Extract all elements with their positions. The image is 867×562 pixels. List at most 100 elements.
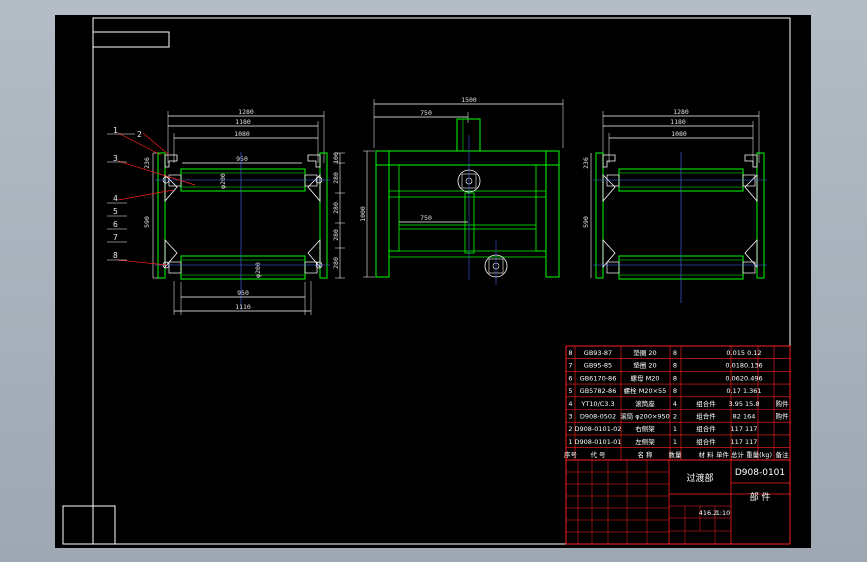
right-dim-280-c: 280 [332, 229, 340, 241]
bom-cell-code: GB93-87 [584, 349, 612, 357]
bom-cell-no: 5 [568, 387, 572, 395]
left-roller-dia-bottom: φ200 [254, 262, 262, 278]
bom-cell-code: GB6170-86 [580, 374, 617, 382]
bom-cell-note: 购件 [776, 412, 790, 421]
part-label-6: 6 [113, 220, 118, 229]
bom-cell-code: YT10/C3.3 [580, 400, 614, 408]
bom-cell-name: 左侧架 [635, 437, 655, 446]
bom-cell-qty: 8 [673, 349, 677, 357]
bom-cell-qty: 4 [673, 400, 677, 408]
bom-cell-no: 1 [568, 438, 572, 446]
bom-cell-mass: 0.015 0.12 [726, 349, 761, 357]
title-drawing-no: D908-0101 [735, 468, 785, 478]
bom-cell-qty: 2 [673, 413, 677, 421]
bom-header-name: 名 称 [637, 450, 653, 459]
part-label-3: 3 [113, 154, 118, 163]
right-dim-280-b: 280 [332, 202, 340, 214]
bom-cell-mass: 0.0180.136 [725, 362, 762, 370]
bom-cell-mass: 3.95 15.8 [728, 400, 759, 408]
mid-dim-750-top: 750 [420, 109, 432, 117]
left-dim-590: 590 [143, 216, 151, 228]
bom-cell-name: 滚筒 φ200×950 [620, 412, 670, 421]
left-roller-dia-top: φ200 [219, 173, 227, 189]
bom-cell-no: 7 [568, 362, 572, 370]
bom-header-qty: 数量 [669, 450, 683, 459]
bom-cell-mass: 117 117 [731, 425, 758, 433]
right-dim-1080: 1080 [671, 130, 687, 138]
bom-cell-code: D908-0101-01 [575, 438, 622, 446]
bom-cell-name: 垫圈 20 [633, 361, 656, 370]
bom-cell-code: GB5782-86 [580, 387, 617, 395]
left-dim-236: 236 [143, 157, 151, 169]
mid-dim-1500: 1500 [461, 96, 477, 104]
part-label-5: 5 [113, 207, 118, 216]
right-dim-1180: 1180 [670, 118, 686, 126]
bom-cell-no: 8 [568, 349, 572, 357]
bom-header-no: 序号 [564, 450, 578, 459]
bom-header-mass: 单件 总计 重量(kg) [716, 450, 772, 459]
bom-cell-qty: 1 [673, 438, 677, 446]
bom-cell-note: 购件 [776, 399, 790, 408]
part-label-4: 4 [113, 194, 118, 203]
left-dim-950-top: 950 [236, 155, 248, 163]
part-label-8: 8 [113, 251, 118, 260]
cad-drawing: 1280 1180 1080 950 φ200 φ200 950 1110 23… [62, 17, 791, 545]
title-scale: 1:10 [716, 509, 731, 517]
bom-cell-name: 右侧架 [635, 424, 655, 433]
bom-cell-no: 4 [568, 400, 572, 408]
bom-header-material: 材 料 [698, 450, 714, 459]
part-label-7: 7 [113, 233, 118, 242]
code-box [92, 31, 170, 48]
bom-cell-qty: 8 [673, 374, 677, 382]
corner-box [62, 505, 116, 545]
bom-cell-no: 2 [568, 425, 572, 433]
bom-cell-material: 组合件 [696, 399, 716, 408]
middle-view: 1500 750 750 1000 [359, 96, 564, 285]
bom-cell-mass: 0.17 1.361 [726, 387, 761, 395]
bom-cell-material: 组合件 [696, 437, 716, 446]
right-dim-280-d: 280 [332, 257, 340, 269]
bom-cell-mass: 82 164 [733, 413, 756, 421]
bom-header-code: 代 号 [590, 450, 606, 459]
left-dim-1080: 1080 [234, 130, 250, 138]
right-dim-1280: 1280 [673, 108, 689, 116]
right-view-dim-590: 590 [582, 216, 590, 228]
title-name: 过渡部 [686, 472, 713, 484]
bom-cell-qty: 8 [673, 387, 677, 395]
bom-cell-mass: 0.0620.496 [725, 374, 762, 382]
left-dim-950-bottom: 950 [237, 289, 249, 297]
left-view: 1280 1180 1080 950 φ200 φ200 950 1110 23… [107, 108, 345, 315]
outer-frame [92, 17, 791, 545]
bom-cell-name: 滚筒座 [635, 399, 655, 408]
title-type: 部 件 [750, 491, 771, 503]
mid-dim-750-mid: 750 [420, 214, 432, 222]
bom-cell-mass: 117 117 [731, 438, 758, 446]
bom-header-note: 备注 [776, 450, 790, 459]
drawing-canvas[interactable]: 1280 1180 1080 950 φ200 φ200 950 1110 23… [55, 15, 811, 548]
bom-cell-material: 组合件 [696, 424, 716, 433]
bom-cell-material: 组合件 [696, 412, 716, 421]
bom-cell-name: 螺栓 M20×55 [624, 386, 667, 395]
bom-cell-qty: 8 [673, 362, 677, 370]
bom-cell-name: 垫圈 20 [633, 348, 656, 357]
bom-cell-code: D908-0502 [580, 413, 616, 421]
right-dim-280-a: 280 [332, 172, 340, 184]
bom-table: 8 GB93-87 垫圈 20 8 0.015 0.12 7 GB95-85 垫圈 20 8 0.… [564, 345, 791, 461]
title-block: 过渡部 D908-0101 部 件 416.2 1:10 [565, 459, 791, 545]
bom-cell-name: 螺母 M20 [631, 373, 660, 382]
bom-cell-no: 3 [568, 413, 572, 421]
right-view: 1280 1180 1080 236 590 [582, 108, 767, 303]
bom-cell-no: 6 [568, 374, 572, 382]
right-view-dim-236: 236 [582, 157, 590, 169]
bom-cell-code: GB95-85 [584, 362, 612, 370]
bom-cell-qty: 1 [673, 425, 677, 433]
left-dim-1280: 1280 [238, 108, 254, 116]
left-dim-1110: 1110 [235, 303, 251, 311]
bom-cell-code: D908-0101-02 [575, 425, 622, 433]
part-label-1: 1 [113, 126, 118, 135]
mid-dim-1000: 1000 [359, 206, 367, 222]
left-dim-1180: 1180 [235, 118, 251, 126]
right-dim-100: 100 [332, 152, 340, 164]
part-label-2: 2 [137, 130, 142, 139]
title-weight: 416.2 [699, 509, 718, 517]
